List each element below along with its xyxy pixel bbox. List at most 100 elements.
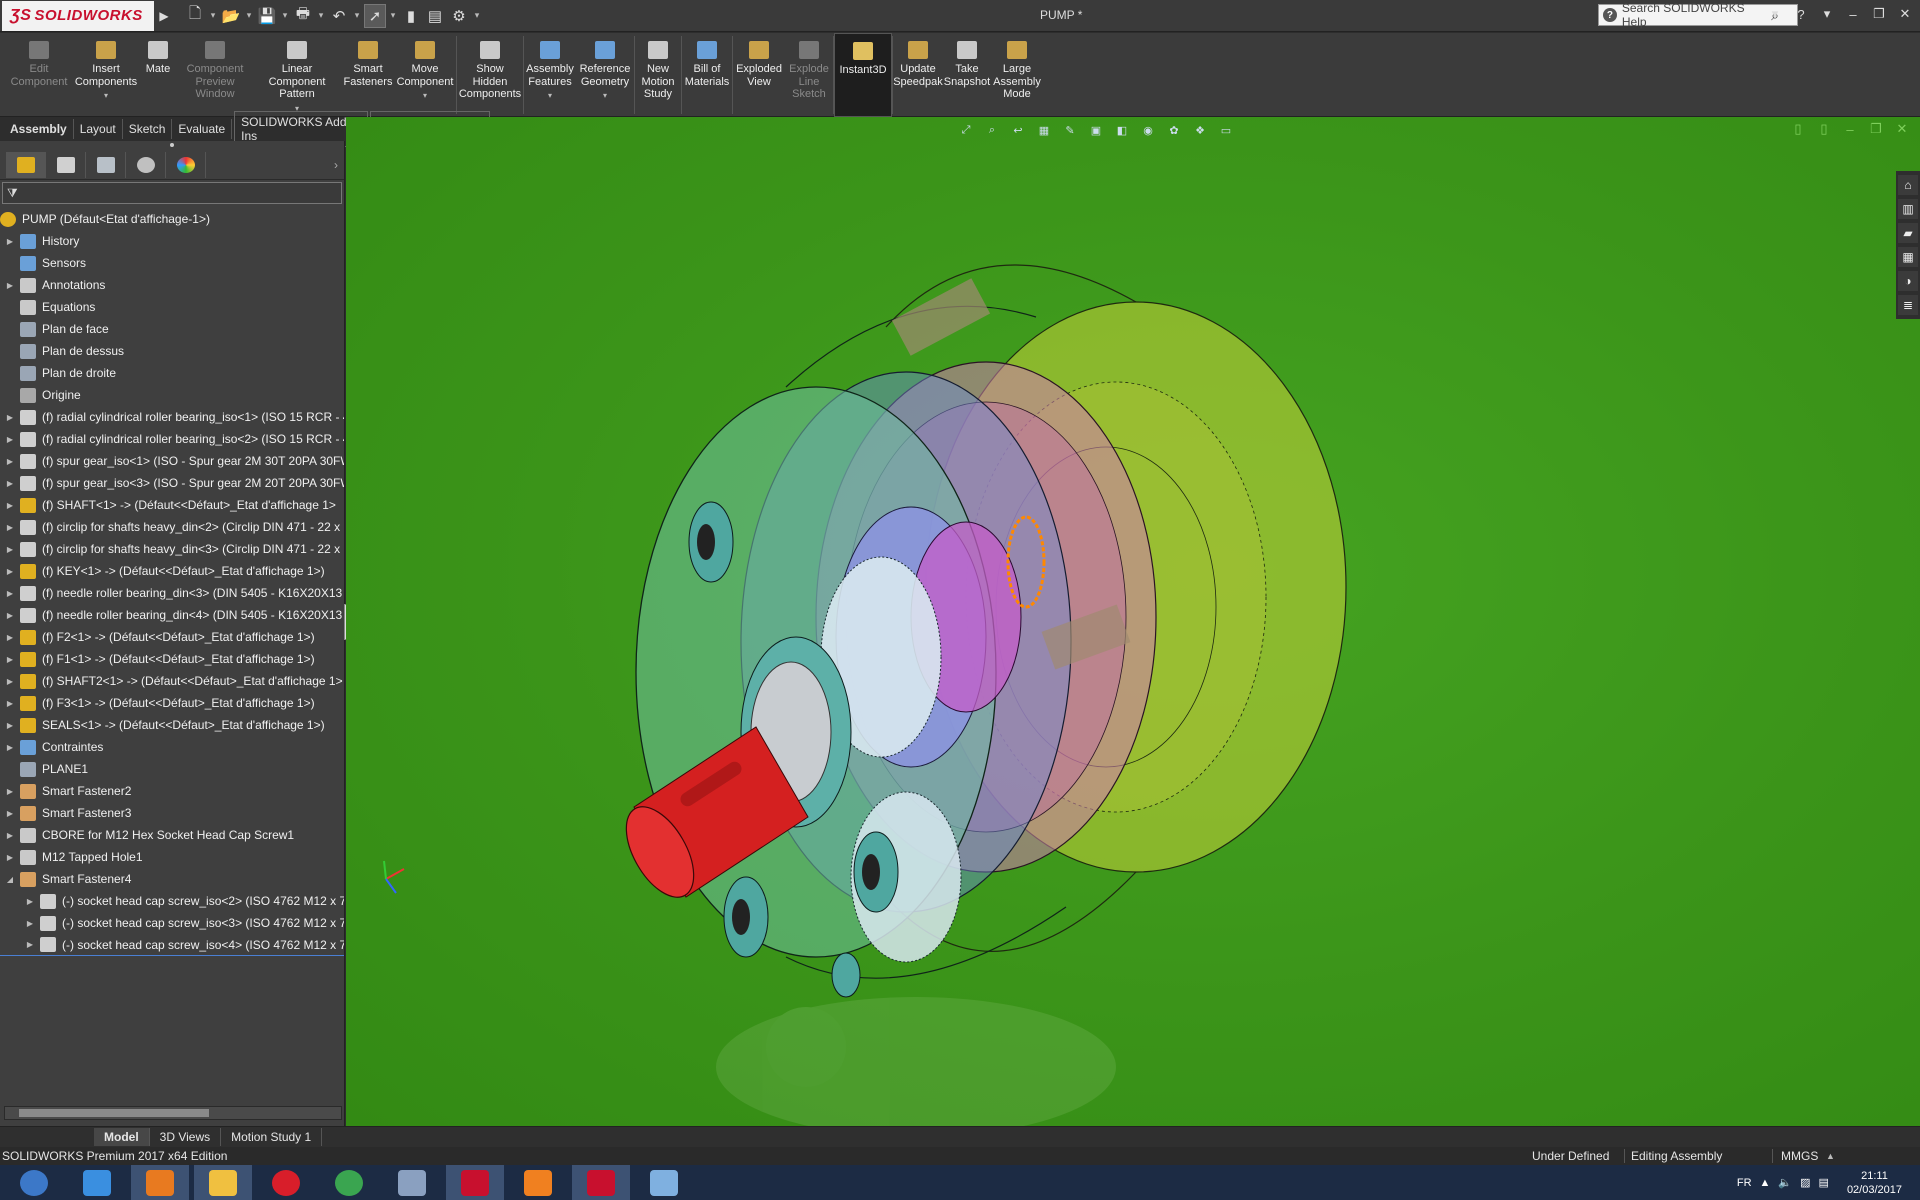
dropdown-icon[interactable]: ▾ bbox=[603, 90, 607, 103]
design-library-icon[interactable]: ▥ bbox=[1898, 199, 1918, 219]
expand-arrow-icon[interactable]: ▶ bbox=[4, 479, 16, 488]
save-dropdown-icon[interactable]: ▾ bbox=[280, 4, 290, 28]
internet-explorer-button[interactable] bbox=[68, 1165, 126, 1200]
large-assembly-button[interactable]: Large Assembly Mode bbox=[991, 33, 1043, 117]
dropdown-icon[interactable]: ▾ bbox=[423, 90, 427, 103]
tree-item[interactable]: ▶ Smart Fastener3 bbox=[0, 802, 344, 824]
tree-item[interactable]: ▶ (f) needle roller bearing_din<4> (DIN 5… bbox=[0, 604, 344, 626]
expand-arrow-icon[interactable]: ▶ bbox=[24, 919, 36, 928]
tree-item[interactable]: ▶ CBORE for M12 Hex Socket Head Cap Screw… bbox=[0, 824, 344, 846]
search-dropdown-icon[interactable]: ▾ bbox=[1764, 4, 1786, 24]
move-component-button[interactable]: Move Component ▾ bbox=[394, 33, 456, 117]
solidworks-resources-icon[interactable]: ⌂ bbox=[1898, 175, 1918, 195]
expand-arrow-icon[interactable]: ▶ bbox=[24, 940, 36, 949]
expand-arrow-icon[interactable]: ▶ bbox=[4, 831, 16, 840]
tree-item[interactable]: ◢ Smart Fastener4 bbox=[0, 868, 344, 890]
configurationmanager-tab[interactable] bbox=[86, 151, 126, 178]
panel-expand-icon[interactable]: › bbox=[334, 158, 338, 172]
expand-arrow-icon[interactable]: ▶ bbox=[4, 721, 16, 730]
tree-item[interactable]: ▶ (f) F1<1> -> (Défaut<<Défaut>_Etat d'af… bbox=[0, 648, 344, 670]
tree-item[interactable]: ▶ Smart Fastener2 bbox=[0, 780, 344, 802]
media-player-button[interactable] bbox=[131, 1165, 189, 1200]
view-palette-icon[interactable]: ▦ bbox=[1898, 247, 1918, 267]
expand-arrow-icon[interactable]: ▶ bbox=[4, 633, 16, 642]
tree-item[interactable]: ▶ (f) F3<1> -> (Défaut<<Défaut>_Etat d'af… bbox=[0, 692, 344, 714]
expand-arrow-icon[interactable]: ▶ bbox=[4, 787, 16, 796]
scrollbar-thumb[interactable] bbox=[19, 1109, 209, 1117]
expand-arrow-icon[interactable]: ▶ bbox=[4, 677, 16, 686]
tree-item[interactable]: ▶ (-) socket head cap screw_iso<2> (ISO 4… bbox=[0, 890, 344, 912]
tree-item[interactable]: ▶ M12 Tapped Hole1 bbox=[0, 846, 344, 868]
tree-item[interactable]: Plan de face bbox=[0, 318, 344, 340]
options-gear-icon[interactable]: ⚙ bbox=[448, 4, 470, 28]
expand-arrow-icon[interactable]: ▶ bbox=[4, 545, 16, 554]
traffic-light-icon[interactable]: ▮ bbox=[400, 4, 422, 28]
expand-arrow-icon[interactable]: ▶ bbox=[24, 897, 36, 906]
language-indicator[interactable]: FR bbox=[1737, 1177, 1752, 1189]
tree-item[interactable]: Origine bbox=[0, 384, 344, 406]
save-icon[interactable]: 💾 bbox=[256, 4, 278, 28]
expand-arrow-icon[interactable]: ▶ bbox=[4, 281, 16, 290]
bottom-tab-model[interactable]: Model bbox=[94, 1128, 150, 1146]
tab-evaluate[interactable]: Evaluate bbox=[172, 119, 233, 139]
tree-item[interactable]: PLANE1 bbox=[0, 758, 344, 780]
graphics-area[interactable]: ⤢ ⌕ ↩ ▦ ✎ ▣ ◧ ◉ ✿ ❖ ▭ ▯ ▯ – ❐ ✕ ⌂ ▥ ▰ ▦ … bbox=[346, 117, 1920, 1126]
tree-item[interactable]: ▶ (-) socket head cap screw_iso<4> (ISO 4… bbox=[0, 934, 344, 956]
tree-item[interactable]: ▶ Contraintes bbox=[0, 736, 344, 758]
expand-arrow-icon[interactable]: ▶ bbox=[4, 809, 16, 818]
undo-dropdown-icon[interactable]: ▾ bbox=[352, 4, 362, 28]
clock[interactable]: 21:11 02/03/2017 bbox=[1847, 1169, 1902, 1197]
bottom-tab-3d-views[interactable]: 3D Views bbox=[150, 1128, 222, 1146]
new-document-icon[interactable]: 🗋 bbox=[184, 4, 206, 28]
tree-root[interactable]: PUMP (Défaut<Etat d'affichage-1>) bbox=[0, 208, 344, 230]
restore-icon[interactable]: ❐ bbox=[1868, 4, 1890, 24]
solidworks-2017-active-button[interactable] bbox=[572, 1165, 630, 1200]
network-icon[interactable]: ▨ bbox=[1800, 1176, 1810, 1189]
tree-item[interactable]: Plan de dessus bbox=[0, 340, 344, 362]
chrome-button[interactable] bbox=[320, 1165, 378, 1200]
dimxpertmanager-tab[interactable] bbox=[126, 151, 166, 178]
smart-fasteners-button[interactable]: Smart Fasteners bbox=[342, 33, 394, 117]
help-menu-icon[interactable]: ? bbox=[1790, 4, 1812, 24]
solidworks-logo[interactable]: ƷS SOLIDWORKS bbox=[2, 0, 154, 31]
expand-arrow-icon[interactable]: ▶ bbox=[4, 743, 16, 752]
opera-button[interactable] bbox=[257, 1165, 315, 1200]
undo-icon[interactable]: ↶ bbox=[328, 4, 350, 28]
file-explorer-button[interactable] bbox=[194, 1165, 252, 1200]
tree-item[interactable]: ▶ Annotations bbox=[0, 274, 344, 296]
bom-button[interactable]: Bill of Materials bbox=[682, 33, 732, 117]
expand-arrow-icon[interactable]: ▶ bbox=[4, 413, 16, 422]
tree-horizontal-scrollbar[interactable] bbox=[4, 1106, 342, 1120]
expand-arrow-icon[interactable]: ▶ bbox=[4, 611, 16, 620]
tree-item[interactable]: ▶ (f) radial cylindrical roller bearing_i… bbox=[0, 406, 344, 428]
bottom-tab-motion-study-1[interactable]: Motion Study 1 bbox=[221, 1128, 323, 1146]
expand-arrow-icon[interactable]: ▶ bbox=[4, 457, 16, 466]
units-dropdown-icon[interactable]: ▲ bbox=[1826, 1151, 1835, 1161]
tree-item[interactable]: ▶ (f) KEY<1> -> (Défaut<<Défaut>_Etat d'a… bbox=[0, 560, 344, 582]
tree-item[interactable]: ▶ (-) socket head cap screw_iso<3> (ISO 4… bbox=[0, 912, 344, 934]
action-center-icon[interactable]: ▤ bbox=[1819, 1176, 1829, 1189]
dropdown-icon[interactable]: ▾ bbox=[104, 90, 108, 103]
exploded-view-button[interactable]: Exploded View bbox=[733, 33, 785, 117]
tree-item[interactable]: Sensors bbox=[0, 252, 344, 274]
open-icon[interactable]: 📂 bbox=[220, 4, 242, 28]
close-icon[interactable]: ✕ bbox=[1894, 4, 1916, 24]
file-properties-icon[interactable]: ▤ bbox=[424, 4, 446, 28]
pump-assembly-model[interactable] bbox=[346, 117, 1920, 1126]
minimize-icon[interactable]: – bbox=[1842, 4, 1864, 24]
component-preview-button[interactable]: Component Preview Window bbox=[178, 33, 252, 117]
tree-item[interactable]: ▶ (f) needle roller bearing_din<3> (DIN 5… bbox=[0, 582, 344, 604]
expand-arrow-icon[interactable]: ▶ bbox=[4, 237, 16, 246]
tab-sketch[interactable]: Sketch bbox=[123, 119, 173, 139]
options-dropdown-icon[interactable]: ▾ bbox=[472, 4, 482, 28]
expand-arrow-icon[interactable]: ▶ bbox=[4, 501, 16, 510]
paint-button[interactable] bbox=[635, 1165, 693, 1200]
tree-item[interactable]: ▶ (f) circlip for shafts heavy_din<2> (Ci… bbox=[0, 516, 344, 538]
mate-button[interactable]: Mate bbox=[138, 33, 178, 117]
motion-study-button[interactable]: New Motion Study bbox=[635, 33, 681, 117]
expand-arrow-icon[interactable]: ▶ bbox=[4, 655, 16, 664]
file-explorer-pane-icon[interactable]: ▰ bbox=[1898, 223, 1918, 243]
featuremanager-tab[interactable] bbox=[6, 151, 46, 178]
tree-item[interactable]: ▶ (f) SHAFT<1> -> (Défaut<<Défaut>_Etat d… bbox=[0, 494, 344, 516]
snapshot-button[interactable]: Take Snapshot bbox=[943, 33, 991, 117]
